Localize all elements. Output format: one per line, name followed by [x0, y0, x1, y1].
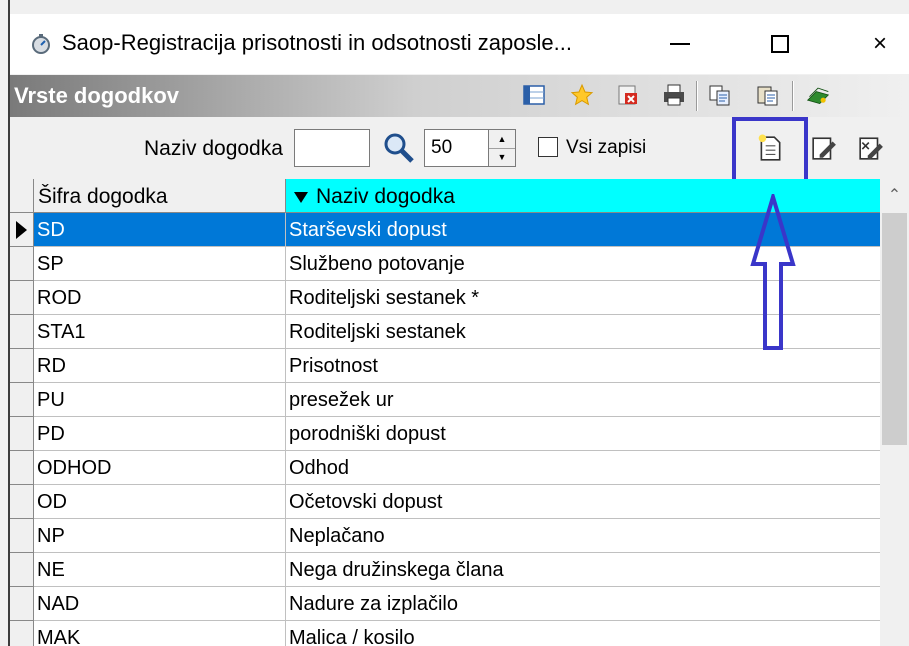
edit-all-icon [859, 137, 883, 160]
row-indicator[interactable] [10, 485, 34, 519]
table-row[interactable]: OD Očetovski dopust [10, 485, 880, 519]
edit-record-icon [812, 137, 836, 160]
row-indicator-header [10, 179, 34, 213]
table-row[interactable]: MAK Malica / kosilo [10, 621, 880, 646]
cell-event-name[interactable]: porodniški dopust [286, 417, 880, 451]
name-filter-input[interactable] [294, 129, 370, 167]
cell-event-code[interactable]: PD [34, 417, 286, 451]
current-row-arrow-icon [16, 221, 27, 239]
cell-event-name[interactable]: Prisotnost [286, 349, 880, 383]
row-indicator[interactable] [10, 247, 34, 281]
window-title: Saop-Registracija prisotnosti in odsotno… [62, 30, 572, 55]
filter-bar: Naziv dogodka 50 ▲ ▼ Vsi zapisi [10, 117, 909, 185]
row-indicator[interactable] [10, 315, 34, 349]
app-window: Saop-Registracija prisotnosti in odsotno… [0, 0, 909, 646]
row-indicator[interactable] [10, 621, 34, 646]
row-indicator[interactable] [10, 451, 34, 485]
row-indicator[interactable] [10, 519, 34, 553]
panel-title: Vrste dogodkov [14, 83, 180, 108]
column-header-code[interactable]: Šifra dogodka [34, 179, 286, 213]
scroll-up-arrow-icon[interactable]: ⌃ [880, 179, 909, 211]
sort-descending-icon [294, 191, 308, 203]
cell-event-code[interactable]: OD [34, 485, 286, 519]
record-count-value: 50 [431, 137, 453, 158]
row-indicator[interactable] [10, 349, 34, 383]
column-header-name-label: Naziv dogodka [316, 185, 455, 208]
row-indicator[interactable] [10, 417, 34, 451]
cell-event-code[interactable]: MAK [34, 621, 286, 646]
cell-event-code[interactable]: NP [34, 519, 286, 553]
cell-event-code[interactable]: STA1 [34, 315, 286, 349]
maximize-button[interactable] [758, 22, 802, 66]
cell-event-code[interactable]: PU [34, 383, 286, 417]
cell-event-code[interactable]: SP [34, 247, 286, 281]
cell-event-name[interactable]: Neplačano [286, 519, 880, 553]
row-indicator[interactable] [10, 587, 34, 621]
row-indicator[interactable] [10, 383, 34, 417]
annotation-arrow [750, 194, 796, 350]
title-bar[interactable]: Saop-Registracija prisotnosti in odsotno… [10, 14, 909, 74]
stepper-up-button[interactable]: ▲ [489, 130, 515, 149]
stepper-down-button[interactable]: ▼ [489, 148, 515, 166]
cell-event-name[interactable]: Malica / kosilo [286, 621, 880, 646]
print-icon[interactable] [662, 83, 686, 107]
row-indicator[interactable] [10, 281, 34, 315]
stopwatch-icon [32, 34, 50, 54]
cell-event-code[interactable]: ROD [34, 281, 286, 315]
record-count-stepper[interactable]: 50 ▲ ▼ [424, 129, 516, 167]
table-row[interactable]: PU presežek ur [10, 383, 880, 417]
row-indicator[interactable] [10, 553, 34, 587]
cell-event-name[interactable]: Nega družinskega člana [286, 553, 880, 587]
exit-icon[interactable] [806, 83, 830, 107]
annotation-highlight-box [732, 117, 808, 185]
cell-event-name[interactable]: Nadure za izplačilo [286, 587, 880, 621]
excel-export-icon[interactable] [616, 83, 640, 107]
cell-event-code[interactable]: NE [34, 553, 286, 587]
table-row[interactable]: NE Nega družinskega člana [10, 553, 880, 587]
row-indicator[interactable] [10, 213, 34, 247]
table-row[interactable]: NAD Nadure za izplačilo [10, 587, 880, 621]
panel-header: Vrste dogodkov [10, 75, 909, 117]
close-button[interactable]: × [858, 22, 902, 66]
cell-event-code[interactable]: RD [34, 349, 286, 383]
cell-event-code[interactable]: NAD [34, 587, 286, 621]
cell-event-name[interactable]: Očetovski dopust [286, 485, 880, 519]
table-row[interactable]: RD Prisotnost [10, 349, 880, 383]
edit-record-button[interactable] [805, 129, 843, 167]
search-icon[interactable] [382, 131, 416, 165]
filter-label: Naziv dogodka [144, 137, 283, 160]
paste-icon[interactable] [756, 83, 780, 107]
vertical-scrollbar[interactable]: ⌃ [880, 179, 909, 646]
cell-event-code[interactable]: SD [34, 213, 286, 247]
all-records-checkbox[interactable] [538, 137, 558, 157]
edit-all-button[interactable] [852, 129, 890, 167]
cell-event-code[interactable]: ODHOD [34, 451, 286, 485]
minimize-button[interactable] [658, 22, 702, 66]
columns-icon[interactable] [522, 83, 546, 107]
cell-event-name[interactable]: presežek ur [286, 383, 880, 417]
all-records-label: Vsi zapisi [566, 137, 647, 158]
star-icon[interactable] [570, 83, 594, 107]
copy-icon[interactable] [708, 83, 732, 107]
stepper-buttons: ▲ ▼ [488, 130, 515, 166]
cell-event-name[interactable]: Odhod [286, 451, 880, 485]
table-row[interactable]: ODHOD Odhod [10, 451, 880, 485]
table-row[interactable]: NP Neplačano [10, 519, 880, 553]
toolbar-separator [696, 81, 698, 111]
toolbar-separator [792, 81, 794, 111]
table-row[interactable]: PD porodniški dopust [10, 417, 880, 451]
scrollbar-thumb[interactable] [882, 213, 907, 445]
